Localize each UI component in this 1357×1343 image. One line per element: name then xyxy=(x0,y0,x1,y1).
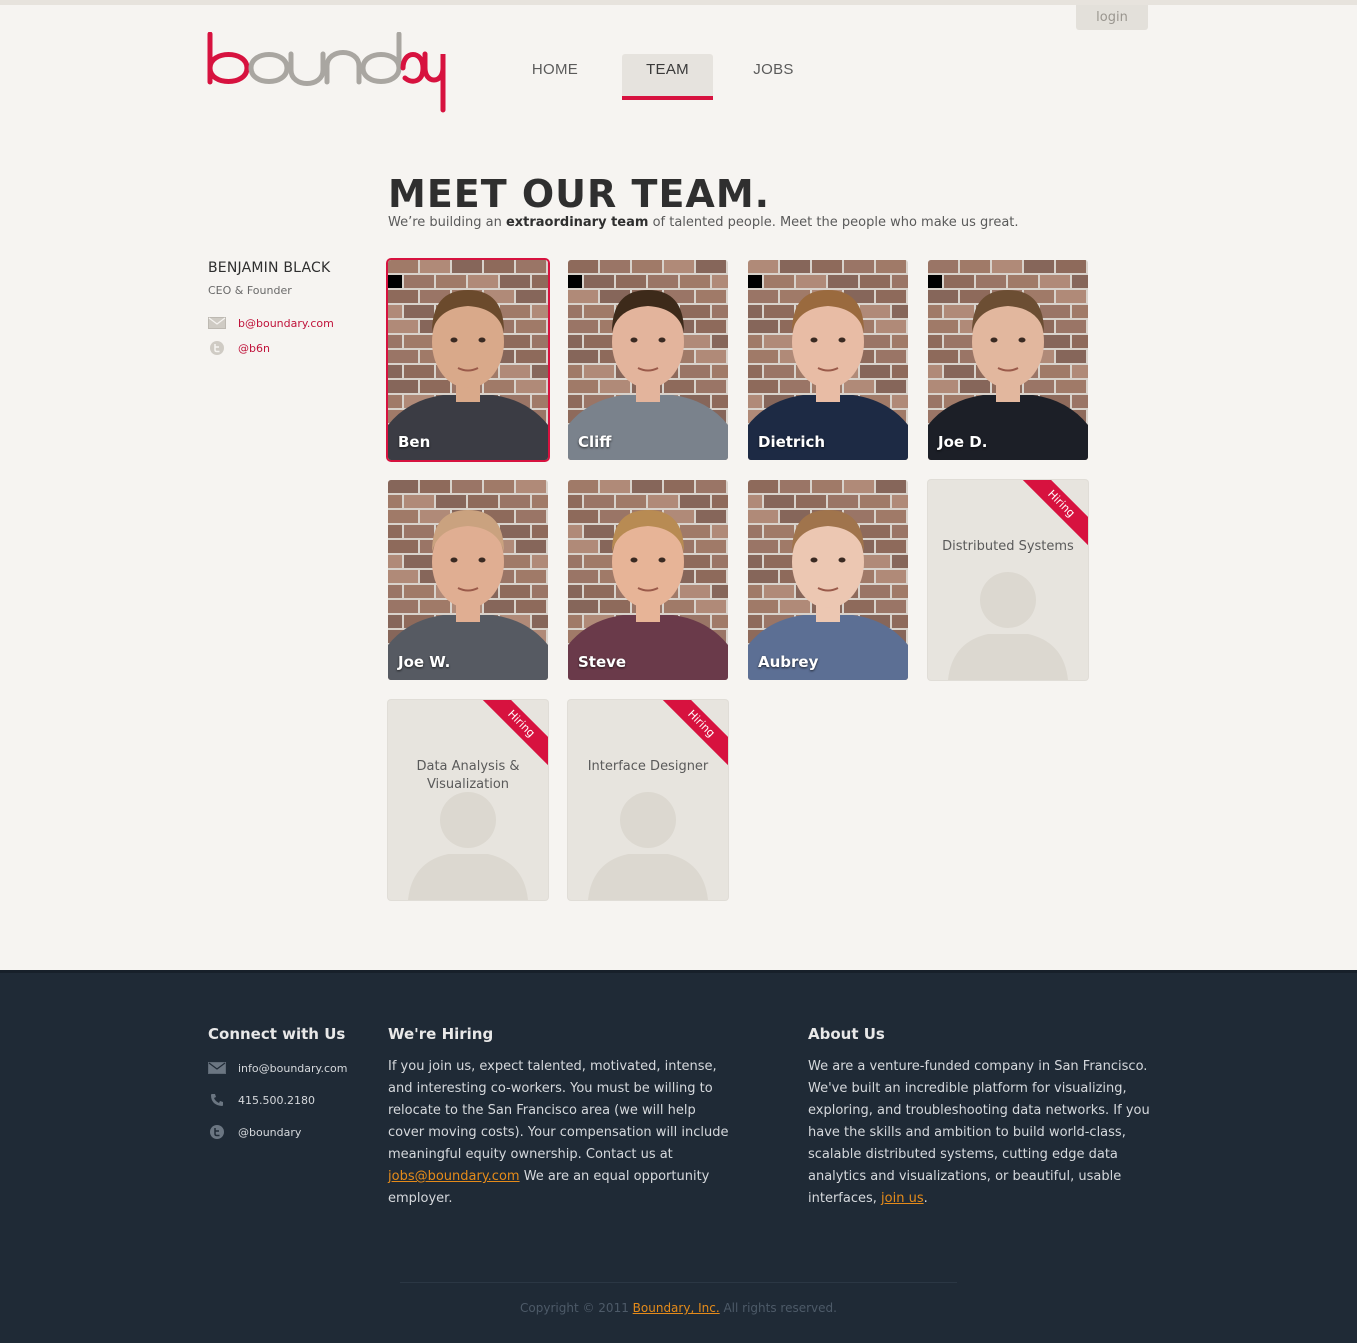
connect-phone: 415.500.2180 xyxy=(238,1093,315,1107)
member-name: Ben xyxy=(398,433,431,451)
jobs-email-link[interactable]: jobs@boundary.com xyxy=(388,1169,520,1184)
page-title: MEET OUR TEAM. xyxy=(388,172,771,216)
copyright-pre: Copyright © 2011 xyxy=(520,1301,633,1315)
copyright: Copyright © 2011 Boundary, Inc. All righ… xyxy=(0,1301,1357,1315)
about-text: We are a venture-funded company in San F… xyxy=(808,1056,1153,1210)
phone-icon xyxy=(208,1093,226,1107)
member-name: Joe D. xyxy=(938,433,988,451)
member-name: Dietrich xyxy=(758,433,826,451)
hiring-role-title: Interface Designer xyxy=(587,759,709,774)
connect-email-row[interactable]: info@boundary.com xyxy=(208,1061,347,1075)
hiring-text: If you join us, expect talented, motivat… xyxy=(388,1056,733,1210)
profile-twitter-row[interactable]: @b6n xyxy=(208,341,270,355)
member-photo xyxy=(928,260,1088,460)
team-card-joe-w[interactable]: Joe W. xyxy=(388,480,548,680)
nav-team[interactable]: TEAM xyxy=(622,54,713,100)
mail-icon xyxy=(208,316,226,330)
about-heading: About Us xyxy=(808,1025,885,1043)
connect-email[interactable]: info@boundary.com xyxy=(238,1062,347,1075)
team-card-joe-d[interactable]: Joe D. xyxy=(928,260,1088,460)
member-name: Joe W. xyxy=(398,653,451,671)
person-silhouette-icon xyxy=(948,572,1068,680)
copyright-post: All rights reserved. xyxy=(719,1301,837,1315)
twitter-icon xyxy=(208,341,226,355)
selected-member-profile: BENJAMIN BLACK CEO & Founder b@boundary.… xyxy=(208,260,368,355)
login-button[interactable]: login xyxy=(1076,5,1148,30)
boundary-logo[interactable] xyxy=(207,32,447,114)
profile-email-row[interactable]: b@boundary.com xyxy=(208,316,334,330)
hiring-card-data-analysis[interactable]: Data Analysis & Visualization Hiring xyxy=(388,700,548,900)
hiring-card-distributed-systems[interactable]: Distributed Systems Hiring xyxy=(928,480,1088,680)
top-strip xyxy=(0,0,1357,5)
profile-role: CEO & Founder xyxy=(208,284,292,297)
hiring-role-title: Data Analysis & Visualization xyxy=(416,759,520,792)
member-name: Steve xyxy=(578,653,627,671)
team-card-dietrich[interactable]: Dietrich xyxy=(748,260,908,460)
about-text-body: We are a venture-funded company in San F… xyxy=(808,1059,1150,1206)
page-subtitle: We’re building an extraordinary team of … xyxy=(388,215,1019,230)
nav-home[interactable]: HOME xyxy=(510,54,600,86)
mail-icon xyxy=(208,1061,226,1075)
connect-twitter[interactable]: @boundary xyxy=(238,1126,301,1139)
member-photo xyxy=(568,480,728,680)
connect-heading: Connect with Us xyxy=(208,1025,346,1043)
join-us-link[interactable]: join us xyxy=(881,1191,924,1206)
nav-jobs[interactable]: JOBS xyxy=(736,54,811,86)
connect-twitter-row[interactable]: @boundary xyxy=(208,1125,301,1139)
team-card-aubrey[interactable]: Aubrey xyxy=(748,480,908,680)
team-card-cliff[interactable]: Cliff xyxy=(568,260,728,460)
member-photo xyxy=(748,480,908,680)
hiring-heading: We're Hiring xyxy=(388,1025,494,1043)
member-photo xyxy=(568,260,728,460)
company-link[interactable]: Boundary, Inc. xyxy=(633,1301,720,1315)
person-silhouette-icon xyxy=(408,792,528,900)
about-text-end: . xyxy=(923,1191,928,1206)
site-footer: Connect with Us info@boundary.com 415.50… xyxy=(0,970,1357,1343)
profile-email[interactable]: b@boundary.com xyxy=(238,317,334,330)
team-card-ben[interactable]: Ben xyxy=(388,260,548,460)
profile-name: BENJAMIN BLACK xyxy=(208,260,331,276)
hiring-card-interface-designer[interactable]: Interface Designer Hiring xyxy=(568,700,728,900)
twitter-icon xyxy=(208,1125,226,1139)
connect-phone-row: 415.500.2180 xyxy=(208,1093,315,1107)
hiring-role-title: Distributed Systems xyxy=(942,539,1074,554)
member-photo xyxy=(748,260,908,460)
person-silhouette-icon xyxy=(588,792,708,900)
member-photo xyxy=(388,260,548,460)
subtitle-post: of talented people. Meet the people who … xyxy=(648,215,1019,230)
member-photo xyxy=(388,480,548,680)
footer-divider xyxy=(400,1282,957,1283)
hiring-text-1: If you join us, expect talented, motivat… xyxy=(388,1059,729,1162)
subtitle-pre: We’re building an xyxy=(388,215,506,230)
subtitle-bold: extraordinary team xyxy=(505,215,649,230)
team-card-steve[interactable]: Steve xyxy=(568,480,728,680)
member-name: Cliff xyxy=(578,433,612,451)
member-name: Aubrey xyxy=(758,653,819,671)
profile-twitter[interactable]: @b6n xyxy=(238,342,270,355)
